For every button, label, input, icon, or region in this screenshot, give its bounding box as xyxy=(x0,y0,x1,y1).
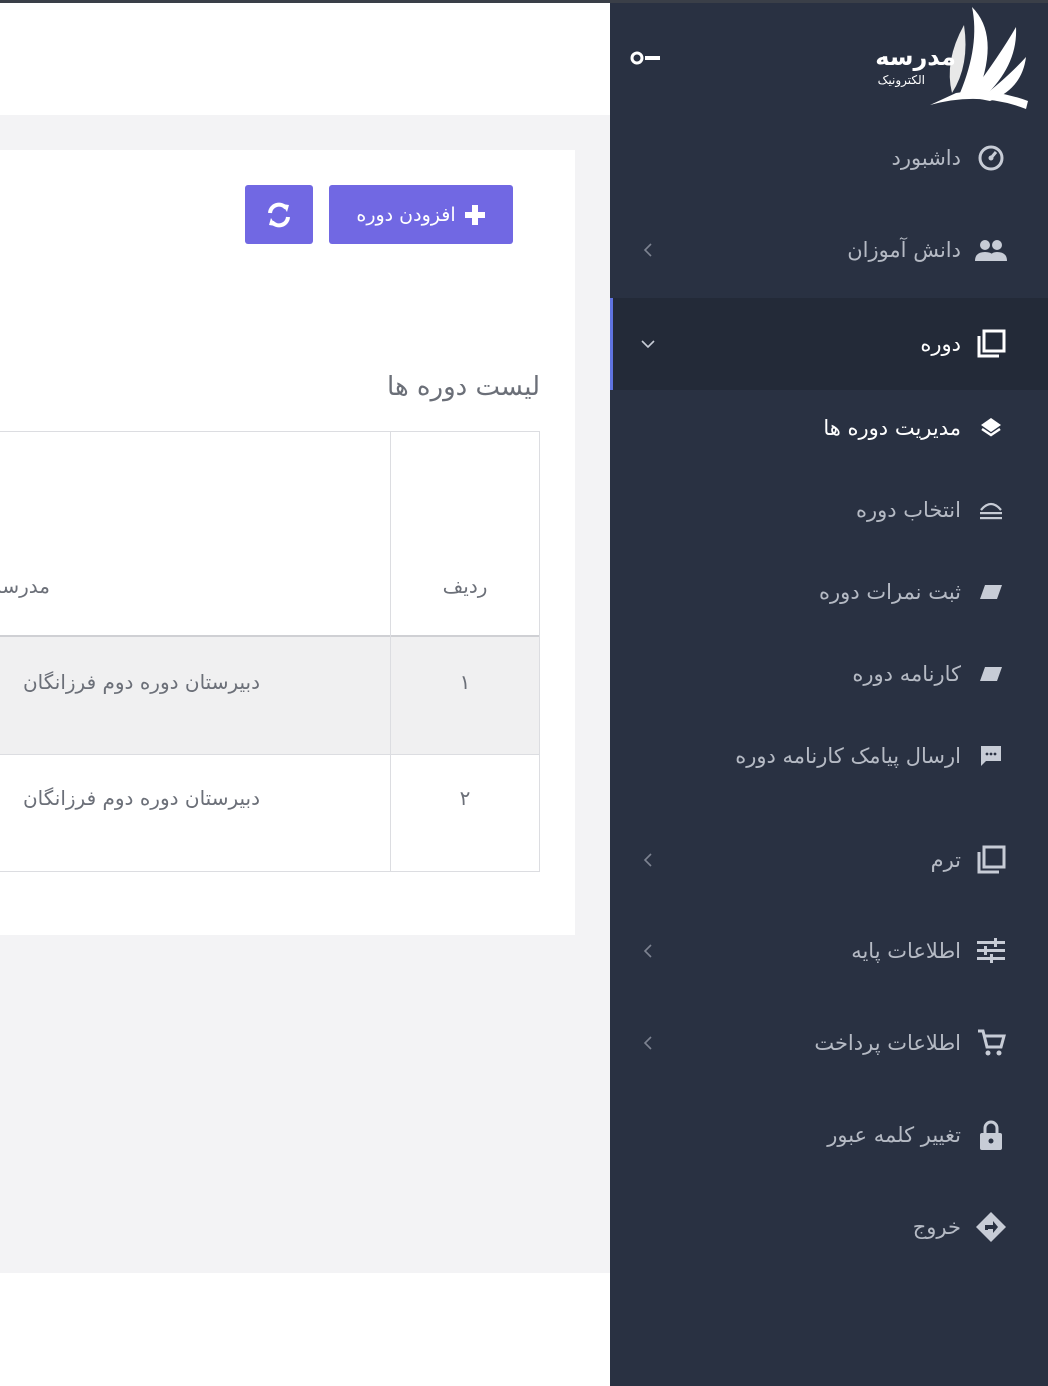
sidebar-item-send-sms[interactable]: ارسال پیامک کارنامه دوره xyxy=(610,728,1048,784)
sidebar-item-basic-info[interactable]: اطلاعات پایه xyxy=(610,923,1048,979)
tag-icon xyxy=(974,657,1008,691)
sidebar-item-course[interactable]: دوره xyxy=(610,298,1048,390)
term-icon xyxy=(974,843,1008,877)
chevron-down-icon xyxy=(641,340,655,349)
active-indicator xyxy=(610,298,613,390)
column-header-school: مدرسه xyxy=(0,574,50,598)
add-course-button[interactable]: افزودن دوره xyxy=(329,185,513,244)
lock-icon xyxy=(974,1118,1008,1152)
sidebar-item-label: انتخاب دوره xyxy=(855,498,961,522)
sidebar-item-label: ترم xyxy=(930,848,961,872)
sidebar-item-label: اطلاعات پرداخت xyxy=(814,1031,961,1055)
dashboard-icon xyxy=(974,141,1008,175)
page-title: لیست دوره ها xyxy=(387,372,540,402)
sidebar-item-students[interactable]: دانش آموزان xyxy=(610,222,1048,278)
top-header xyxy=(0,3,610,115)
row-school: دبیرستان دوره دوم فرزانگان xyxy=(22,786,260,810)
plus-icon xyxy=(464,204,485,225)
column-header-index: ردیف xyxy=(442,574,488,598)
users-icon xyxy=(974,233,1008,267)
sidebar-item-label: ارسال پیامک کارنامه دوره xyxy=(735,744,961,768)
sidebar-item-dashboard[interactable]: داشبورد xyxy=(610,130,1048,186)
table-row xyxy=(0,637,540,754)
sidebar-item-label: داشبورد xyxy=(891,146,961,170)
cart-icon xyxy=(974,1026,1008,1060)
sliders-icon xyxy=(974,934,1008,968)
sidebar-item-change-password[interactable]: تغییر کلمه عبور xyxy=(610,1107,1048,1163)
sidebar-item-label: مدیریت دوره ها xyxy=(823,416,961,440)
sidebar-item-manage-courses[interactable]: مدیریت دوره ها xyxy=(610,400,1048,456)
logo-subtitle: الکترونیک xyxy=(877,73,925,87)
chevron-left-icon xyxy=(643,853,652,867)
sidebar: مدرسه الکترونیک داشبورد دانش آموزان دوره… xyxy=(610,3,1048,1386)
chevron-left-icon xyxy=(643,944,652,958)
chevron-left-icon xyxy=(643,1036,652,1050)
layers-icon xyxy=(974,411,1008,445)
sidebar-item-term[interactable]: ترم xyxy=(610,832,1048,888)
sidebar-toggle-icon[interactable] xyxy=(630,51,664,65)
row-school: دبیرستان دوره دوم فرزانگان xyxy=(22,670,260,694)
sidebar-item-label: دانش آموزان xyxy=(847,238,961,262)
sidebar-item-logout[interactable]: خروج xyxy=(610,1199,1048,1255)
chevron-left-icon xyxy=(643,243,652,257)
refresh-icon xyxy=(268,202,290,227)
tag-icon xyxy=(974,575,1008,609)
sms-icon xyxy=(974,739,1008,773)
add-course-label: افزودن دوره xyxy=(356,203,456,226)
refresh-button[interactable] xyxy=(245,185,313,244)
sidebar-item-label: اطلاعات پایه xyxy=(851,939,961,963)
exit-icon xyxy=(974,1210,1008,1244)
row-index: ۱ xyxy=(459,670,471,694)
sidebar-item-label: خروج xyxy=(912,1215,961,1239)
sidebar-item-payment-info[interactable]: اطلاعات پرداخت xyxy=(610,1015,1048,1071)
sidebar-item-select-course[interactable]: انتخاب دوره xyxy=(610,482,1048,538)
sidebar-item-course-grades[interactable]: ثبت نمرات دوره xyxy=(610,564,1048,620)
course-card xyxy=(0,150,575,935)
sidebar-item-label: کارنامه دوره xyxy=(852,662,961,686)
select-icon xyxy=(974,493,1008,527)
logo-title: مدرسه xyxy=(875,43,956,71)
sidebar-item-report-card[interactable]: کارنامه دوره xyxy=(610,646,1048,702)
sidebar-item-label: تغییر کلمه عبور xyxy=(827,1123,961,1147)
page-footer xyxy=(0,1273,610,1386)
row-index: ۲ xyxy=(459,786,471,810)
sidebar-item-label: دوره xyxy=(920,332,961,356)
sidebar-item-label: ثبت نمرات دوره xyxy=(819,580,961,604)
course-icon xyxy=(974,327,1008,361)
